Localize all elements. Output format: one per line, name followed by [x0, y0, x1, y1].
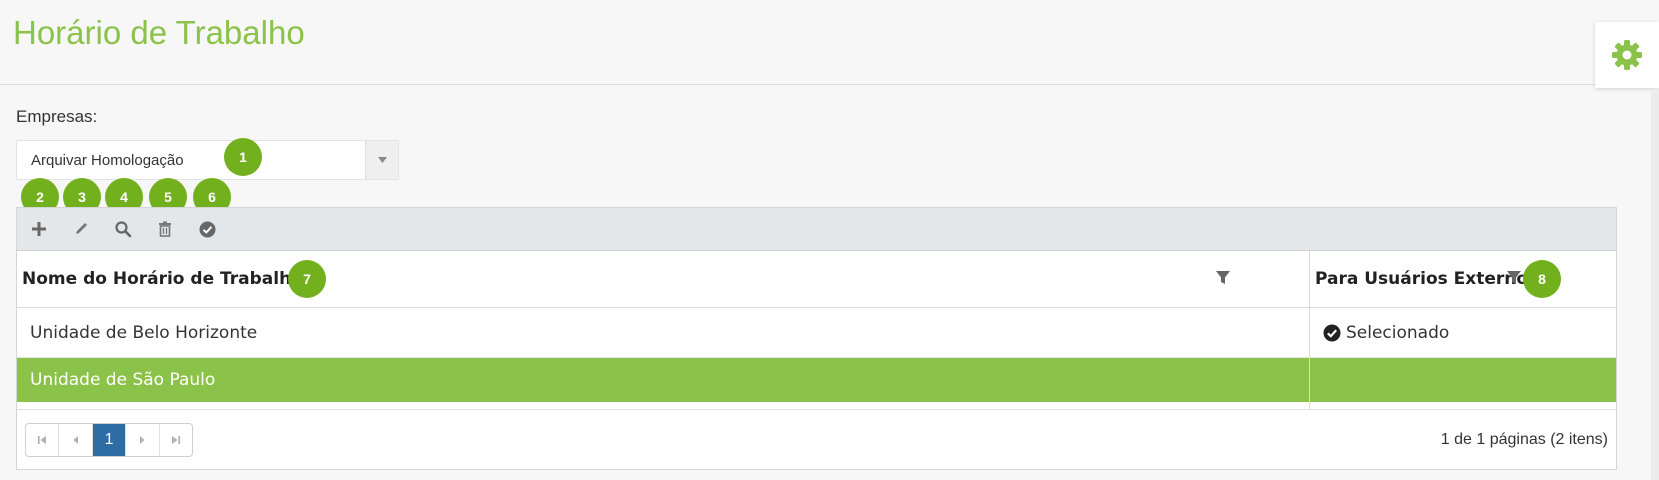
add-button[interactable]: [29, 219, 49, 239]
company-select[interactable]: Arquivar Homologação: [16, 140, 399, 180]
grid-pager: 1 1 de 1 páginas (2 itens): [17, 409, 1616, 469]
cell-schedule-name: Unidade de Belo Horizonte: [30, 322, 258, 343]
check-circle-icon: [1323, 324, 1341, 341]
page-scrollbar[interactable]: [1651, 90, 1659, 480]
pager-info: 1 de 1 páginas (2 itens): [1440, 431, 1608, 448]
cell-schedule-name: Unidade de São Paulo: [30, 370, 216, 390]
first-page-button[interactable]: [26, 424, 60, 456]
search-icon: [115, 221, 132, 238]
edit-button[interactable]: [71, 219, 91, 239]
callout-badge-7: 7: [288, 260, 326, 298]
check-circle-icon: [199, 221, 215, 237]
delete-button[interactable]: [155, 219, 175, 239]
table-row[interactable]: Unidade de Belo Horizonte Selecionado: [17, 308, 1616, 358]
title-divider: [0, 84, 1659, 85]
last-page-button[interactable]: [160, 424, 192, 456]
companies-label: Empresas:: [16, 107, 98, 126]
company-select-value: Arquivar Homologação: [31, 152, 184, 169]
cell-external-users: Selecionado: [1323, 308, 1449, 357]
grid-toolbar: [17, 208, 1616, 251]
search-button[interactable]: [113, 219, 133, 239]
settings-button[interactable]: [1595, 22, 1659, 88]
filter-icon[interactable]: [1215, 270, 1231, 286]
work-schedule-grid: Nome do Horário de Trabalho Para Usuário…: [16, 207, 1617, 470]
column-header-name[interactable]: Nome do Horário de Trabalho: [22, 251, 303, 307]
chevron-right-icon: [140, 436, 145, 444]
last-page-icon: [171, 436, 180, 444]
dropdown-caret-button[interactable]: [365, 141, 398, 179]
first-page-icon: [38, 436, 47, 444]
add-icon: [32, 222, 46, 236]
chevron-left-icon: [73, 436, 78, 444]
callout-badge-1: 1: [224, 138, 262, 176]
next-page-button[interactable]: [126, 424, 160, 456]
grid-header: Nome do Horário de Trabalho Para Usuário…: [17, 251, 1616, 308]
callout-badge-8: 8: [1523, 260, 1561, 298]
column-divider: [1309, 251, 1310, 409]
gear-icon: [1612, 40, 1642, 70]
edit-icon: [76, 223, 87, 234]
prev-page-button[interactable]: [59, 424, 93, 456]
table-row-selected[interactable]: Unidade de São Paulo: [17, 358, 1616, 402]
select-button[interactable]: [197, 219, 217, 239]
filter-icon[interactable]: [1506, 270, 1522, 286]
selected-label: Selecionado: [1346, 322, 1450, 343]
column-header-external-users[interactable]: Para Usuários Externos: [1315, 251, 1538, 307]
page-title: Horário de Trabalho: [13, 14, 305, 51]
chevron-down-icon: [377, 157, 387, 163]
delete-icon: [159, 221, 171, 237]
page-button-1[interactable]: 1: [92, 424, 127, 456]
pager-controls: 1: [25, 423, 193, 457]
